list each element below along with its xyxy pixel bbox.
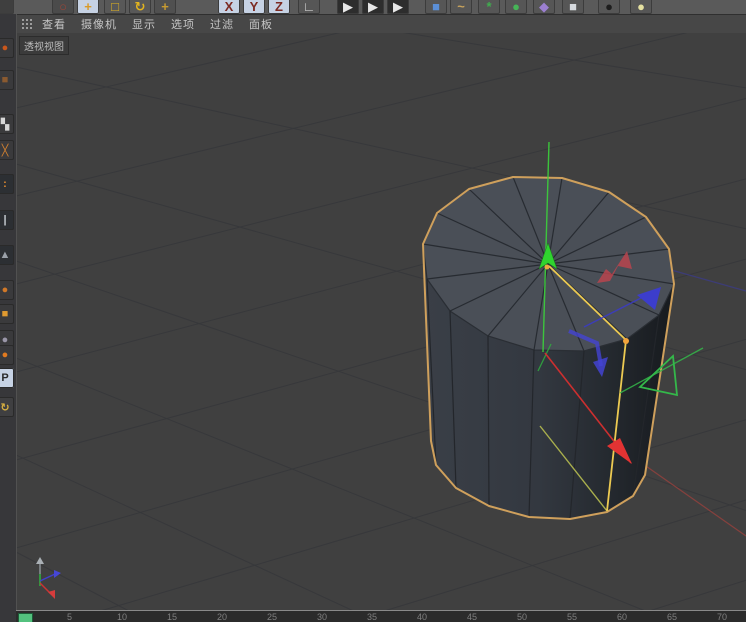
points-mode-icon: : — [3, 178, 7, 190]
mograph-button[interactable]: * — [478, 0, 500, 14]
timeline-tick: 55 — [567, 612, 578, 622]
axis-modify-icon: ● — [1, 349, 9, 361]
viewport-canvas[interactable] — [0, 0, 746, 622]
menu-grid-icon[interactable] — [22, 19, 33, 29]
volume-button[interactable]: ● — [505, 0, 527, 14]
volume-icon: ● — [512, 0, 520, 14]
texture-basket-icon: ■ — [1, 308, 9, 320]
render-view-button[interactable]: ▶ — [337, 0, 359, 14]
workplane-mode-button[interactable]: ╳ — [0, 140, 14, 160]
tool-partial-button[interactable] — [0, 0, 14, 14]
render-region-icon: ▶ — [368, 0, 378, 14]
timeline-tick: 65 — [667, 612, 678, 622]
texture-mode-icon: ▚ — [0, 118, 10, 131]
timeline-ruler[interactable]: 5 10 15 20 25 30 35 40 45 50 55 60 65 70 — [16, 610, 746, 622]
menu-item-0[interactable]: 查看 — [42, 16, 66, 32]
coordinate-system-button[interactable]: ∟ — [298, 0, 320, 14]
spline-pen-button[interactable]: ~ — [450, 0, 472, 14]
snap-enabled-icon: P — [1, 372, 9, 384]
last-used-tool-button[interactable]: + — [154, 0, 176, 14]
axis-modify-button[interactable]: ● — [0, 345, 14, 365]
menu-item-4[interactable]: 过滤 — [210, 16, 234, 32]
render-settings-button[interactable]: ▶ — [387, 0, 409, 14]
polygons-mode-icon: ▲ — [0, 249, 11, 261]
timeline-tick: 60 — [617, 612, 628, 622]
camera-icon: ● — [605, 0, 613, 14]
timeline-playhead[interactable] — [18, 613, 33, 622]
main-toolbar: ○ + □ ↻ + X Y Z ∟ ▶ ▶ ▶ ■ ~ * ● ◆ ■ ● ● — [0, 0, 746, 14]
rotate-tool-button[interactable]: ↻ — [129, 0, 151, 14]
quantize-button[interactable]: ↻ — [0, 397, 14, 417]
model-mode-icon: ■ — [1, 74, 9, 86]
mograph-icon: * — [486, 0, 492, 14]
model-mode-button[interactable]: ■ — [0, 70, 14, 90]
texture-basket-button[interactable]: ■ — [0, 304, 14, 324]
menu-item-5[interactable]: 面板 — [249, 16, 273, 32]
selected-vertex-dot[interactable] — [623, 338, 629, 344]
animation-mode-icon: ● — [1, 284, 9, 296]
animation-mode-button[interactable]: ● — [0, 280, 14, 300]
snap-enabled-button[interactable]: P — [0, 368, 14, 388]
points-mode-button[interactable]: : — [0, 174, 14, 194]
edges-mode-button[interactable]: | — [0, 210, 14, 230]
mode-sidebar: ● ■ ▚ ╳: | ▲ ● ■ ● ● P ↻ — [0, 14, 17, 622]
scale-tool-icon: □ — [111, 0, 119, 14]
texture-mode-button[interactable]: ▚ — [0, 114, 14, 134]
make-editable-icon: ● — [1, 42, 9, 54]
render-view-icon: ▶ — [343, 0, 353, 14]
last-used-tool-icon: + — [161, 0, 169, 14]
move-tool-button[interactable]: + — [77, 0, 99, 14]
timeline-tick: 10 — [117, 612, 128, 622]
move-tool-icon: + — [84, 0, 92, 14]
add-primitive-cube-icon: ■ — [432, 0, 440, 14]
menu-item-3[interactable]: 选项 — [171, 16, 195, 32]
render-region-button[interactable]: ▶ — [362, 0, 384, 14]
timeline-tick: 35 — [367, 612, 378, 622]
rotate-tool-icon: ↻ — [134, 0, 146, 14]
timeline-tick: 15 — [167, 612, 178, 622]
lock-z-axis-icon: Z — [275, 0, 283, 14]
timeline-tick: 30 — [317, 612, 328, 622]
gizmo-center-handle[interactable] — [544, 264, 550, 270]
timeline-tick: 25 — [267, 612, 278, 622]
light-button[interactable]: ● — [630, 0, 652, 14]
spline-pen-icon: ~ — [457, 0, 465, 14]
menu-item-1[interactable]: 摄像机 — [81, 16, 117, 32]
polygons-mode-button[interactable]: ▲ — [0, 245, 14, 265]
workplane-mode-icon: ╳ — [1, 144, 9, 157]
timeline-tick: 50 — [517, 612, 528, 622]
deformer-button[interactable]: ◆ — [533, 0, 555, 14]
lock-z-axis-button[interactable]: Z — [268, 0, 290, 14]
lock-y-axis-icon: Y — [249, 0, 259, 14]
camera-button[interactable]: ● — [598, 0, 620, 14]
menu-item-2[interactable]: 显示 — [132, 16, 156, 32]
scale-tool-button[interactable]: □ — [104, 0, 126, 14]
c4d-application-window: ○ + □ ↻ + X Y Z ∟ ▶ ▶ ▶ ■ ~ * ● ◆ ■ ● ● 查看 摄像机 显示 选项 过滤 面板 透视视图 … — [0, 0, 746, 622]
timeline-tick: 45 — [467, 612, 478, 622]
viewport-menubar: 查看 摄像机 显示 选项 过滤 面板 — [16, 14, 746, 33]
make-editable-button[interactable]: ● — [0, 38, 14, 58]
render-settings-icon: ▶ — [393, 0, 403, 14]
edges-mode-icon: | — [3, 214, 7, 226]
quantize-icon: ↻ — [0, 401, 10, 414]
timeline-tick: 20 — [217, 612, 228, 622]
timeline-tick: 70 — [717, 612, 728, 622]
live-selection-button[interactable]: ○ — [52, 0, 74, 14]
lock-y-axis-button[interactable]: Y — [243, 0, 265, 14]
coordinate-system-icon: ∟ — [302, 0, 316, 14]
live-selection-icon: ○ — [59, 0, 67, 14]
deformer-icon: ◆ — [539, 0, 549, 14]
view-label: 透视视图 — [19, 36, 69, 55]
lock-x-axis-icon: X — [224, 0, 234, 14]
lock-x-axis-button[interactable]: X — [218, 0, 240, 14]
add-primitive-cube-button[interactable]: ■ — [425, 0, 447, 14]
floor-icon: ■ — [569, 0, 577, 14]
floor-button[interactable]: ■ — [562, 0, 584, 14]
timeline-tick: 40 — [417, 612, 428, 622]
light-icon: ● — [637, 0, 645, 14]
timeline-tick: 5 — [67, 612, 73, 622]
